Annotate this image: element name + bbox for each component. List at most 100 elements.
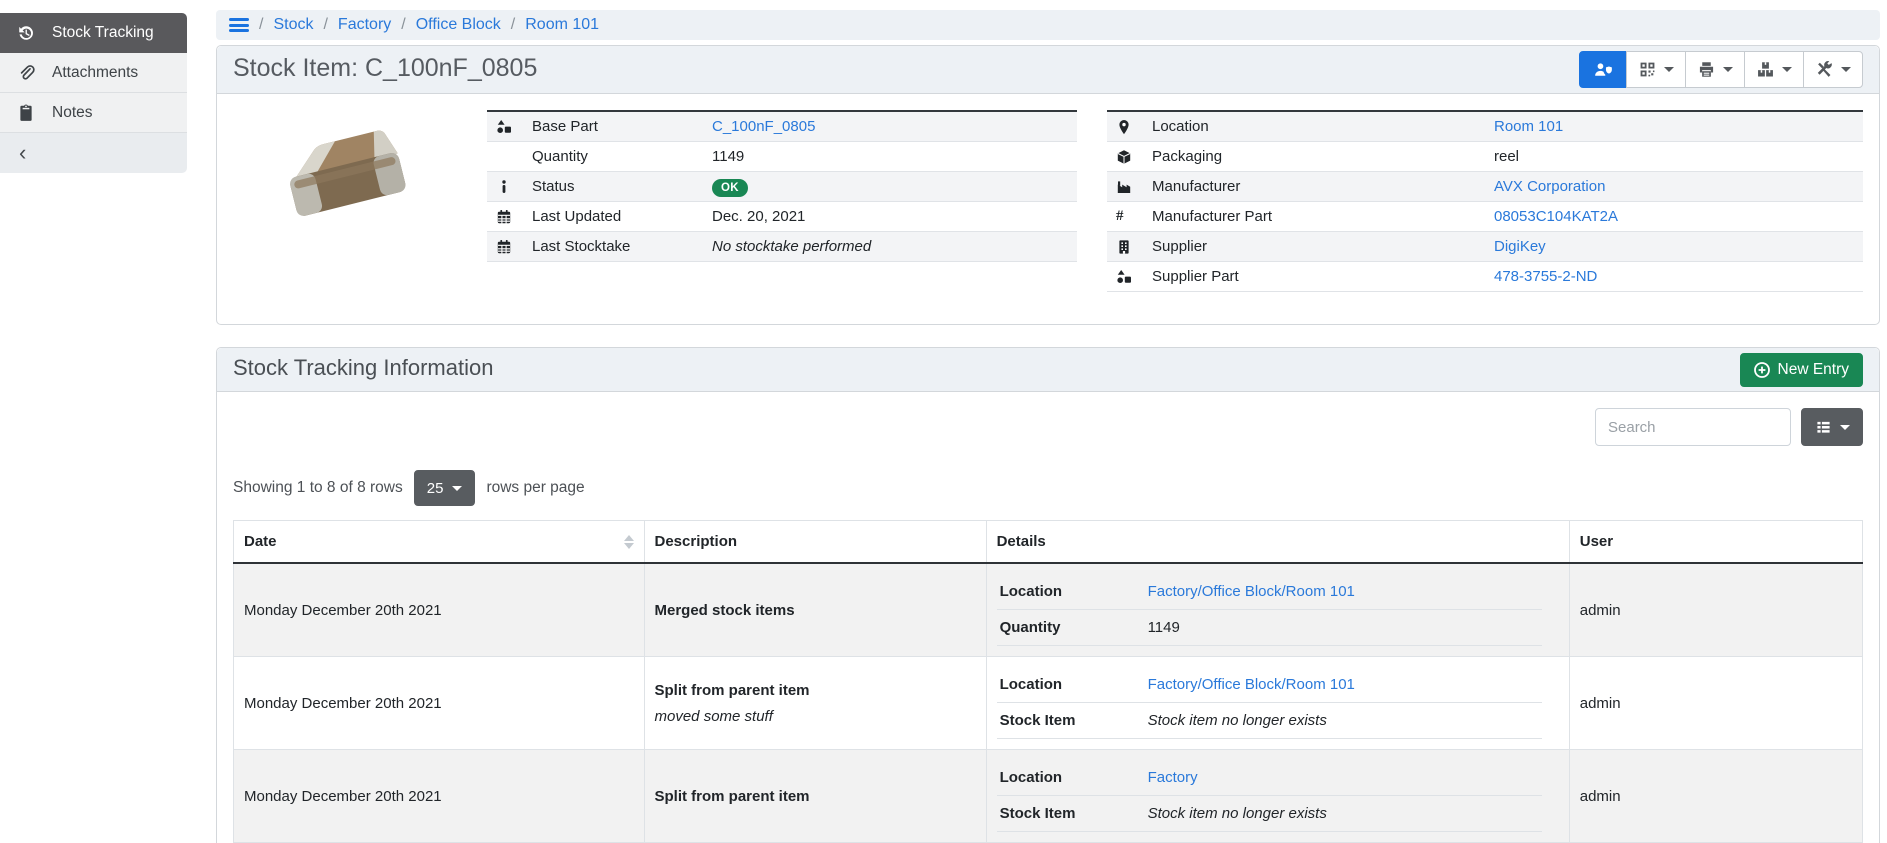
stock-item-panel: Stock Item: C_100nF_0805 (216, 45, 1880, 325)
cell-date: Monday December 20th 2021 (234, 750, 645, 843)
field-label: Base Part (532, 118, 712, 135)
breadcrumb-separator: / (259, 16, 263, 34)
breadcrumb-link-stock[interactable]: Stock (273, 16, 313, 34)
calendar-icon (496, 209, 512, 225)
item-actions-button[interactable] (1803, 51, 1863, 88)
detail-row: Stock Item Stock item no longer exists (997, 796, 1542, 832)
detail-row: Location Factory/Office Block/Room 101 (997, 574, 1542, 610)
detail-location-link[interactable]: Factory/Office Block/Room 101 (1148, 583, 1539, 600)
field-label: Supplier (1152, 238, 1494, 255)
manufacturer-link[interactable]: AVX Corporation (1494, 178, 1854, 195)
printer-icon (1697, 61, 1716, 78)
barcode-actions-button[interactable] (1626, 51, 1686, 88)
tracking-panel-title: Stock Tracking Information (233, 352, 493, 387)
chevron-down-icon (1664, 67, 1674, 72)
chevron-down-icon (1782, 67, 1792, 72)
stock-item-thumbnail[interactable] (261, 114, 461, 308)
column-header-user: User (1569, 521, 1862, 564)
detail-location-link[interactable]: Factory/Office Block/Room 101 (1148, 676, 1539, 693)
new-entry-button[interactable]: New Entry (1740, 353, 1864, 387)
breadcrumb: / Stock / Factory / Office Block / Room … (216, 10, 1880, 40)
page-size-value: 25 (427, 480, 444, 497)
table-row-manufacturer-part: # Manufacturer Part 08053C104KAT2A (1107, 202, 1863, 232)
quantity-value: 1149 (712, 148, 1068, 165)
tracking-panel-header: Stock Tracking Information New Entry (217, 348, 1879, 392)
field-label: Packaging (1152, 148, 1494, 165)
list-columns-icon (1815, 420, 1832, 435)
page-size-dropdown[interactable]: 25 (414, 470, 476, 506)
supplier-link[interactable]: DigiKey (1494, 238, 1854, 255)
history-icon (17, 24, 35, 42)
cell-user: admin (1569, 657, 1862, 750)
detail-row: Stock Item Stock item no longer exists (997, 703, 1542, 739)
stock-item-toolbar (1579, 51, 1863, 88)
sidebar-collapse-button[interactable]: ‹ (0, 133, 187, 173)
table-row: Monday December 20th 2021 Split from par… (234, 750, 1863, 843)
breadcrumb-link-room-101[interactable]: Room 101 (525, 16, 599, 34)
base-part-link[interactable]: C_100nF_0805 (712, 118, 1068, 135)
column-settings-button[interactable] (1801, 408, 1863, 446)
sidebar-item-notes[interactable]: Notes (0, 93, 187, 133)
detail-label: Stock Item (1000, 805, 1148, 822)
table-row-last-stocktake: Last Stocktake No stocktake performed (487, 232, 1077, 262)
field-label: Last Updated (532, 208, 712, 225)
cell-user: admin (1569, 563, 1862, 657)
cell-description: Merged stock items (644, 563, 986, 657)
sidebar-item-stock-tracking[interactable]: Stock Tracking (0, 13, 187, 53)
status-badge: OK (712, 179, 748, 197)
print-actions-button[interactable] (1685, 51, 1745, 88)
showing-rows-text: Showing 1 to 8 of 8 rows (233, 479, 403, 497)
breadcrumb-link-office-block[interactable]: Office Block (416, 16, 501, 34)
breadcrumb-link-factory[interactable]: Factory (338, 16, 391, 34)
chevron-down-icon (452, 486, 462, 491)
table-row-status: Status OK (487, 172, 1077, 202)
boxes-icon (1756, 61, 1775, 78)
sidebar-item-attachments[interactable]: Attachments (0, 53, 187, 93)
search-input[interactable] (1595, 408, 1791, 446)
stock-tracking-panel: Stock Tracking Information New Entry Sho… (216, 347, 1880, 843)
detail-location-link[interactable]: Factory (1148, 769, 1539, 786)
manufacturer-part-link[interactable]: 08053C104KAT2A (1494, 208, 1854, 225)
column-header-date[interactable]: Date (234, 521, 645, 564)
cell-details: Location Factory Stock Item Stock item n… (986, 750, 1569, 843)
user-shield-button[interactable] (1579, 51, 1627, 88)
info-icon (496, 179, 512, 195)
supplier-part-link[interactable]: 478-3755-2-ND (1494, 268, 1854, 285)
stock-actions-button[interactable] (1744, 51, 1804, 88)
table-row-supplier-part: Supplier Part 478-3755-2-ND (1107, 262, 1863, 292)
location-link[interactable]: Room 101 (1494, 118, 1854, 135)
stock-item-panel-header: Stock Item: C_100nF_0805 (217, 46, 1879, 94)
menu-icon[interactable] (229, 18, 249, 32)
tools-icon (1815, 61, 1834, 78)
calendar-icon (496, 239, 512, 255)
cell-details: Location Factory/Office Block/Room 101 S… (986, 657, 1569, 750)
page-title: Stock Item: C_100nF_0805 (233, 52, 537, 88)
rows-per-page-text: rows per page (486, 479, 584, 497)
sidebar: Stock Tracking Attachments Notes ‹ (0, 13, 187, 173)
main-content: / Stock / Factory / Office Block / Room … (216, 10, 1880, 843)
breadcrumb-separator: / (401, 16, 405, 34)
chevron-left-icon: ‹ (19, 142, 26, 164)
qrcode-icon (1638, 61, 1657, 78)
chevron-down-icon (1841, 67, 1851, 72)
detail-row: Location Factory (997, 760, 1542, 796)
entry-note: moved some stuff (655, 708, 976, 725)
chevron-down-icon (1723, 67, 1733, 72)
stock-item-details: Base Part C_100nF_0805 Quantity 1149 Sta… (217, 94, 1879, 324)
detail-label: Quantity (1000, 619, 1148, 636)
last-updated-value: Dec. 20, 2021 (712, 208, 1068, 225)
capacitor-image (261, 114, 421, 244)
last-stocktake-value: No stocktake performed (712, 238, 1068, 255)
table-controls (233, 408, 1863, 446)
user-shield-icon (1594, 61, 1613, 78)
detail-label: Location (1000, 583, 1148, 600)
cell-details: Location Factory/Office Block/Room 101 Q… (986, 563, 1569, 657)
column-header-description: Description (644, 521, 986, 564)
table-row-location: Location Room 101 (1107, 112, 1863, 142)
table-row-packaging: Packaging reel (1107, 142, 1863, 172)
entry-description: Split from parent item (655, 682, 976, 699)
field-label: Quantity (532, 148, 712, 165)
map-marker-icon (1116, 119, 1132, 135)
table-row-quantity: Quantity 1149 (487, 142, 1077, 172)
table-row-base-part: Base Part C_100nF_0805 (487, 112, 1077, 142)
